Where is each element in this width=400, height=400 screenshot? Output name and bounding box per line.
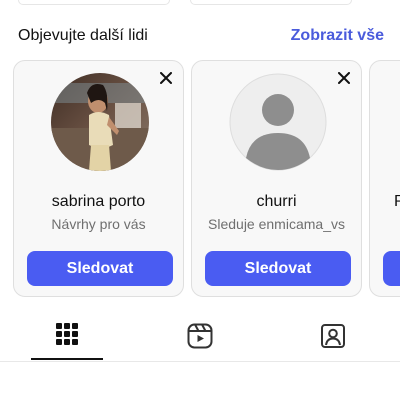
section-title: Objevujte další lidi [18, 27, 148, 44]
tagged-icon [320, 324, 345, 348]
close-icon [338, 72, 350, 84]
suggestion-card[interactable]: P [369, 60, 400, 297]
discover-people-header: Objevujte další lidi Zobrazit vše [18, 24, 384, 48]
see-all-link[interactable]: Zobrazit vše [291, 27, 384, 45]
follow-button[interactable]: Sledovat [27, 251, 173, 286]
avatar[interactable] [229, 73, 327, 171]
dismiss-button[interactable] [157, 69, 175, 87]
tab-tagged[interactable] [266, 318, 399, 360]
profile-screen: Objevujte další lidi Zobrazit vše sabrin… [0, 0, 400, 400]
suggestion-name[interactable]: sabrina porto [14, 193, 183, 211]
profile-photo [51, 73, 149, 171]
reels-icon [187, 323, 212, 349]
tab-posts[interactable] [0, 318, 133, 360]
divider [0, 361, 400, 362]
suggestion-subtitle: Sleduje enmicama_vs [208, 216, 345, 232]
avatar[interactable] [51, 73, 149, 171]
follow-button[interactable]: Sledovat [205, 251, 351, 286]
top-cutoff-strip [0, 0, 400, 6]
active-tab-indicator [31, 358, 103, 360]
profile-tabs [0, 318, 400, 362]
tab-reels[interactable] [133, 318, 266, 360]
default-avatar-icon [229, 73, 327, 171]
suggestion-card[interactable]: sabrina porto Návrhy pro vás Sledovat [13, 60, 184, 297]
cutoff-element [190, 0, 352, 5]
close-icon [160, 72, 172, 84]
suggestion-name[interactable]: P [394, 193, 400, 211]
suggestion-name[interactable]: churri [192, 193, 361, 211]
cutoff-element [18, 0, 170, 5]
suggestions-carousel[interactable]: sabrina porto Návrhy pro vás Sledovat ch… [0, 60, 400, 302]
suggestion-subtitle: Návrhy pro vás [51, 216, 146, 232]
dismiss-button[interactable] [335, 69, 353, 87]
suggestion-card[interactable]: churri Sleduje enmicama_vs Sledovat [191, 60, 362, 297]
follow-button[interactable] [383, 251, 400, 286]
grid-icon [55, 323, 78, 345]
